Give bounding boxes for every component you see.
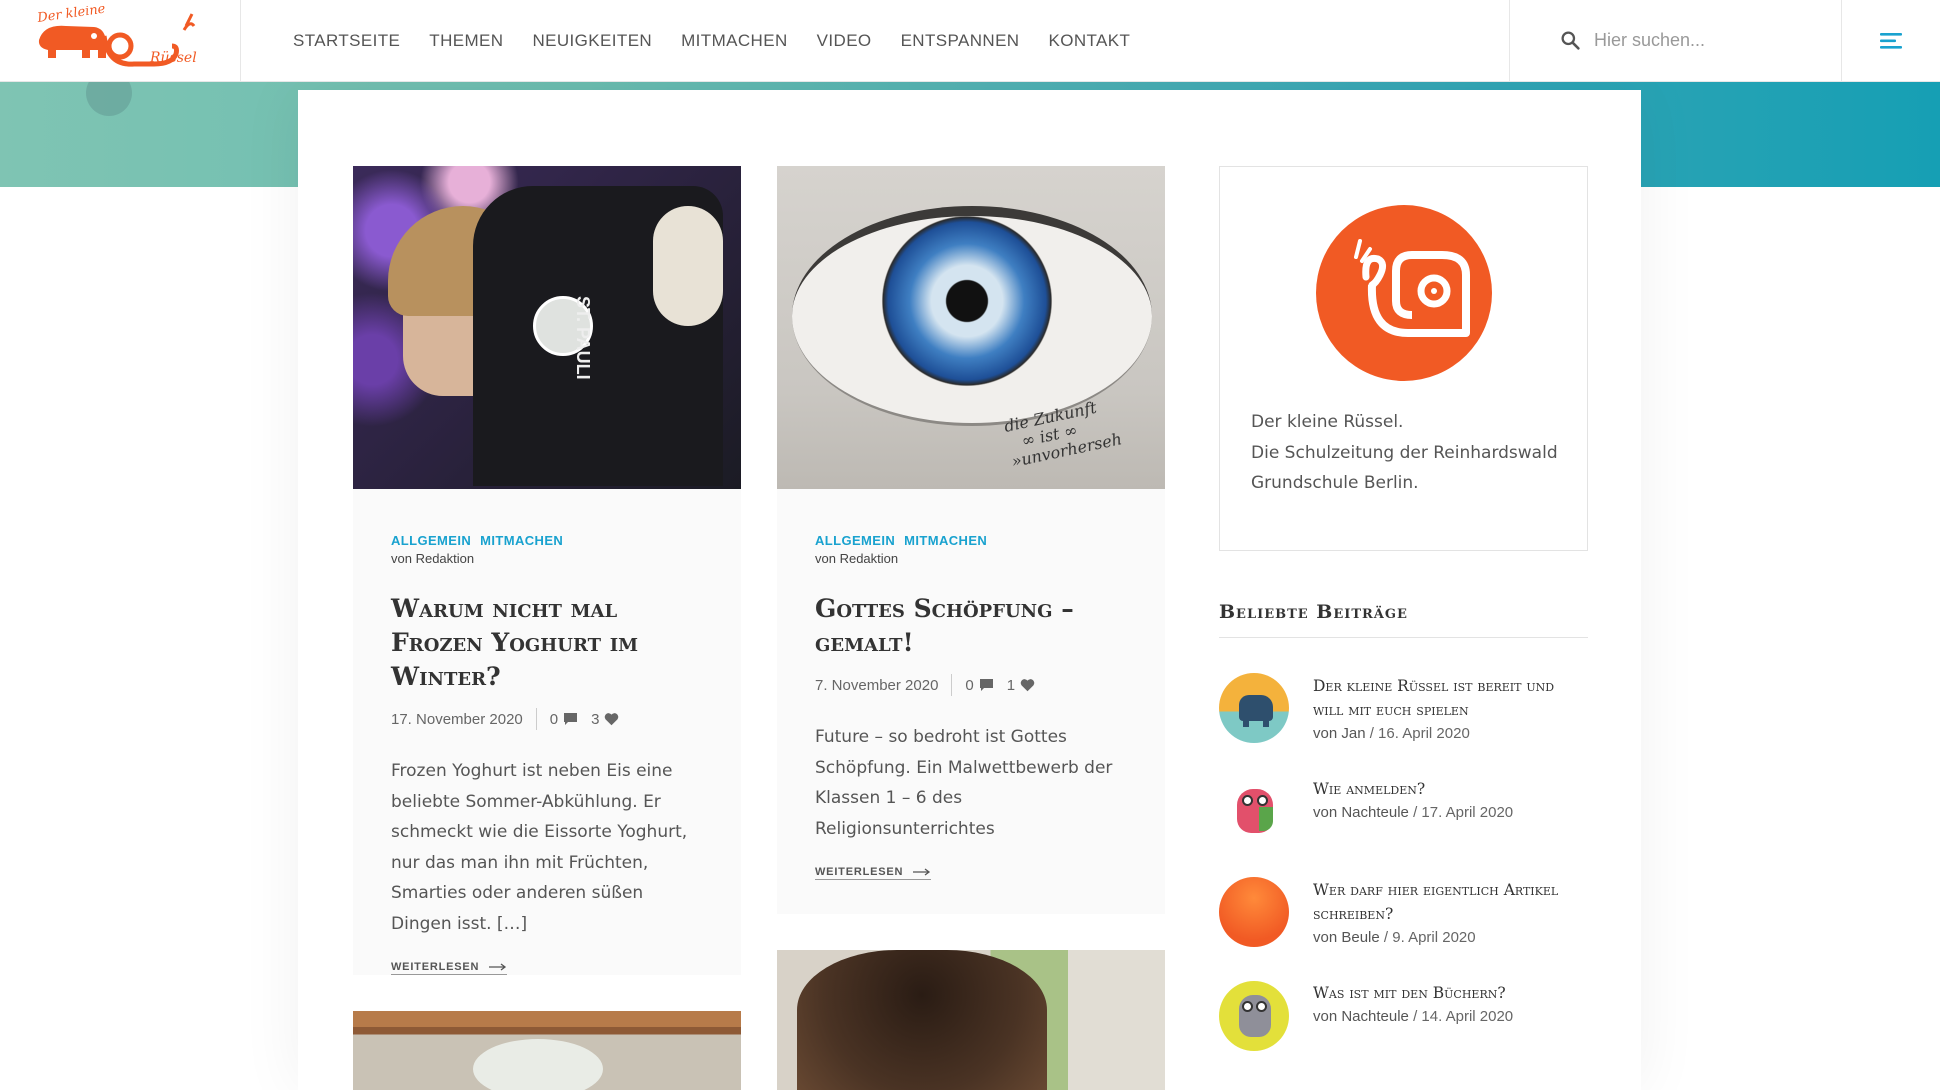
about-title: Der kleine Rüssel. (1251, 412, 1404, 432)
nav-item-kontakt[interactable]: KONTAKT (1049, 31, 1131, 51)
site-header: Der kleine Rüssel STARTSEITE THEMEN NEUI… (0, 0, 1940, 82)
post-date: 7. November 2020 (815, 676, 939, 694)
popular-post-thumbnail[interactable] (1219, 981, 1289, 1051)
post-image[interactable] (777, 950, 1165, 1090)
post-meta: 7. November 2020 0 1 (815, 674, 1127, 696)
read-more-link[interactable]: WEITERLESEN (391, 961, 508, 975)
popular-post-item[interactable]: Was ist mit den Büchern? von Nachteule /… (1219, 981, 1588, 1051)
post-card: ST. PAULI ALLGEMEIN MITMACHEN von Redakt… (353, 166, 741, 975)
popular-post-author[interactable]: von Jan (1313, 725, 1366, 742)
shirt-print-text: ST. PAULI (413, 296, 593, 380)
comments-count-value: 0 (549, 710, 559, 728)
category-link[interactable]: ALLGEMEIN (815, 533, 895, 548)
nav-item-entspannen[interactable]: ENTSPANNEN (901, 31, 1020, 51)
nav-item-startseite[interactable]: STARTSEITE (293, 31, 400, 51)
nav-item-video[interactable]: VIDEO (817, 31, 872, 51)
popular-post-author[interactable]: von Nachteule (1313, 1008, 1409, 1025)
likes-count[interactable]: 3 (591, 711, 619, 728)
likes-count[interactable]: 1 (1007, 677, 1035, 694)
elephant-emblem-icon (1316, 205, 1492, 381)
post-title[interactable]: Gottes Schöpfung – gemalt! (815, 592, 1127, 660)
hamburger-menu-icon (1880, 32, 1902, 49)
popular-post-title[interactable]: Was ist mit den Büchern? (1313, 981, 1513, 1005)
post-card (777, 950, 1165, 1090)
popular-posts-title: Beliebte Beiträge (1219, 601, 1588, 638)
nav-item-mitmachen[interactable]: MITMACHEN (681, 31, 788, 51)
elephant-logo-icon: Der kleine Rüssel (35, 6, 197, 67)
site-logo[interactable]: Der kleine Rüssel (0, 0, 241, 82)
post-card: die Zukunft ∞ ist ∞ »unvorherseh ALLGEME… (777, 166, 1165, 914)
post-author: von Redaktion (815, 551, 899, 566)
nav-item-neuigkeiten[interactable]: NEUIGKEITEN (532, 31, 652, 51)
read-more-link[interactable]: WEITERLESEN (815, 866, 932, 880)
popular-post-title[interactable]: Wer darf hier eigentlich Artikel schreib… (1313, 878, 1588, 926)
comments-count[interactable]: 0 (550, 711, 578, 728)
popular-post-item[interactable]: Der kleine Rüssel ist bereit und will mi… (1219, 673, 1588, 743)
nav-item-themen[interactable]: THEMEN (429, 31, 503, 51)
post-excerpt: Frozen Yoghurt ist neben Eis eine belieb… (391, 761, 688, 934)
comments-count-value: 0 (965, 676, 974, 694)
popular-post-author[interactable]: von Beule (1313, 929, 1380, 946)
popular-post-thumbnail[interactable] (1219, 777, 1289, 847)
post-excerpt: Future – so bedroht ist Gottes Schöpfung… (815, 727, 1113, 839)
popular-post-date: / 14. April 2020 (1413, 1008, 1514, 1025)
category-link[interactable]: ALLGEMEIN (391, 533, 471, 548)
post-meta: 17. November 2020 0 3 (391, 708, 703, 730)
popular-post-title[interactable]: Der kleine Rüssel ist bereit und will mi… (1313, 674, 1588, 722)
popular-post-thumbnail[interactable] (1219, 673, 1289, 743)
post-date: 17. November 2020 (391, 710, 523, 728)
arrow-right-icon (489, 963, 507, 971)
about-widget: Der kleine Rüssel. Die Schulzeitung der … (1219, 166, 1588, 551)
menu-button[interactable] (1842, 0, 1940, 82)
popular-post-date: / 9. April 2020 (1383, 929, 1476, 946)
search-icon[interactable] (1560, 30, 1581, 51)
category-link[interactable]: MITMACHEN (480, 533, 563, 548)
popular-post-author[interactable]: von Nachteule (1313, 804, 1409, 821)
popular-post-item[interactable]: Wie anmelden? von Nachteule / 17. April … (1219, 777, 1588, 847)
post-image[interactable]: ST. PAULI (353, 166, 741, 489)
popular-post-date: / 17. April 2020 (1413, 804, 1514, 821)
comments-count[interactable]: 0 (965, 677, 993, 694)
category-link[interactable]: MITMACHEN (904, 533, 987, 548)
popular-post-title[interactable]: Wie anmelden? (1313, 777, 1513, 801)
heart-icon (605, 713, 619, 726)
read-more-label: WEITERLESEN (391, 961, 480, 973)
post-author: von Redaktion (391, 551, 475, 566)
post-title[interactable]: Warum nicht mal Frozen Yoghurt im Winter… (391, 592, 703, 694)
search-input[interactable] (1594, 30, 1814, 51)
popular-post-thumbnail[interactable] (1219, 877, 1289, 947)
main-nav: STARTSEITE THEMEN NEUIGKEITEN MITMACHEN … (293, 0, 1509, 82)
heart-icon (1020, 679, 1035, 692)
read-more-label: WEITERLESEN (815, 866, 904, 878)
logo-text-top: Der kleine (35, 6, 106, 26)
logo-text-bottom: Rüssel (149, 50, 197, 66)
comment-icon (979, 679, 993, 691)
popular-post-item[interactable]: Wer darf hier eigentlich Artikel schreib… (1219, 877, 1588, 947)
likes-count-value: 1 (1006, 676, 1016, 694)
post-card (353, 1011, 741, 1090)
arrow-right-icon (913, 868, 931, 876)
search-box (1509, 0, 1842, 82)
about-description: Die Schulzeitung der Reinhardswald Grund… (1251, 442, 1558, 494)
comment-icon (564, 713, 578, 725)
post-image[interactable] (353, 1011, 741, 1090)
popular-post-date: / 16. April 2020 (1369, 725, 1470, 742)
post-image[interactable]: die Zukunft ∞ ist ∞ »unvorherseh (777, 166, 1165, 489)
likes-count-value: 3 (591, 710, 600, 728)
